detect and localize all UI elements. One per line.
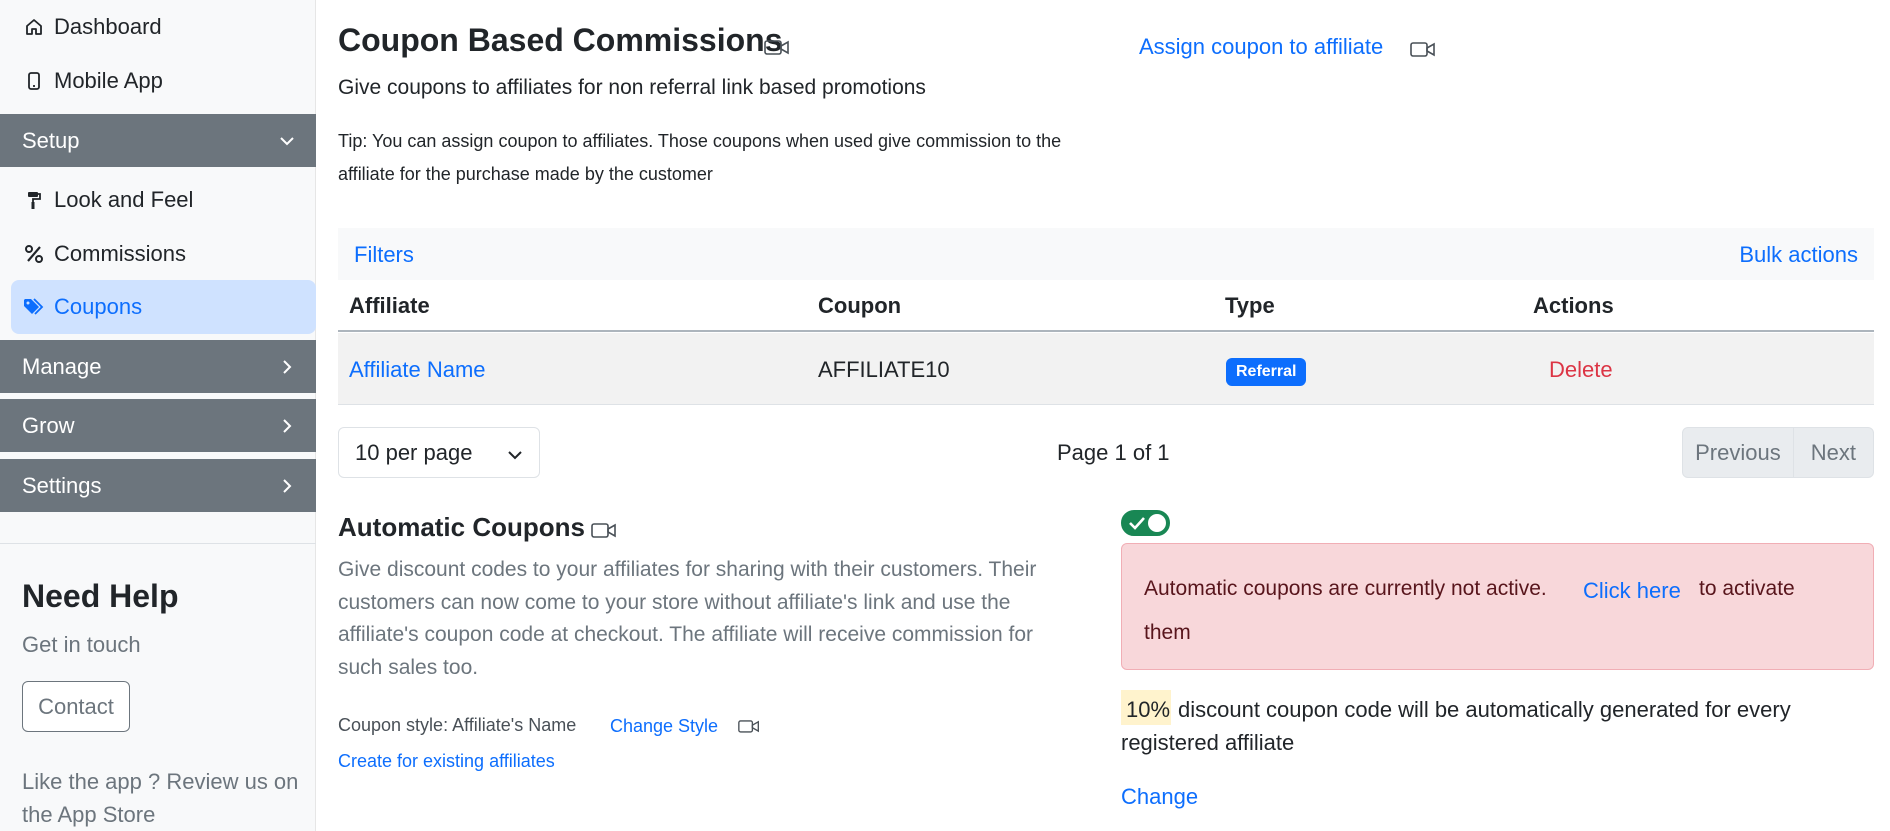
section-label: Manage: [22, 353, 102, 379]
sidebar-item-look-and-feel[interactable]: Look and Feel: [0, 175, 316, 225]
filters-link[interactable]: Filters: [354, 242, 414, 268]
table-row: Affiliate Name AFFILIATE10 Referral Dele…: [338, 333, 1874, 405]
sidebar-item-commissions[interactable]: Commissions: [0, 229, 316, 279]
home-icon: [22, 15, 46, 39]
section-label: Settings: [22, 472, 102, 498]
per-page-select[interactable]: 10 per page: [338, 427, 540, 478]
column-header-type: Type: [1225, 293, 1275, 318]
click-here-link[interactable]: Click here: [1583, 578, 1681, 604]
discount-value: 10%: [1126, 697, 1171, 722]
filters-bar: Filters Bulk actions: [338, 228, 1874, 280]
type-badge: Referral: [1226, 358, 1307, 386]
page-title: Coupon Based Commissions: [338, 22, 783, 58]
auto-desc-line2: customers can now come to your store wit…: [338, 591, 1011, 614]
per-page-value: 10 per page: [355, 439, 473, 465]
chevron-right-icon: [280, 418, 294, 433]
sidebar: Dashboard Mobile App Setup Look and Feel…: [0, 0, 316, 831]
sidebar-section-setup[interactable]: Setup: [0, 114, 316, 167]
toggle-knob: [1148, 514, 1166, 532]
discount-text: discount coupon code will be automatical…: [1178, 697, 1791, 722]
contact-button[interactable]: Contact: [22, 681, 130, 732]
sidebar-item-label: Commissions: [54, 241, 187, 266]
sidebar-section-manage[interactable]: Manage: [0, 340, 316, 393]
change-discount-link[interactable]: Change: [1121, 784, 1198, 810]
create-existing-link[interactable]: Create for existing affiliates: [338, 751, 555, 772]
column-header-coupon: Coupon: [818, 293, 902, 318]
sidebar-item-label: Look and Feel: [54, 187, 194, 212]
auto-desc-line1: Give discount codes to your affiliates f…: [338, 558, 1037, 581]
affiliate-name-link[interactable]: Affiliate Name: [349, 357, 486, 383]
help-title: Need Help: [22, 578, 179, 614]
change-style-link[interactable]: Change Style: [610, 716, 718, 737]
help-subtitle: Get in touch: [22, 632, 141, 657]
pagination: Previous Next: [1682, 427, 1874, 478]
page-info: Page 1 of 1: [1057, 440, 1170, 465]
alert-text: Automatic coupons are currently not acti…: [1144, 577, 1547, 600]
percent-icon: [22, 242, 46, 266]
review-text: Like the app ? Review us on the App Stor…: [22, 769, 299, 827]
coupon-style-label: Coupon style: Affiliate's Name: [338, 715, 577, 735]
sidebar-item-coupons[interactable]: Coupons: [11, 280, 316, 334]
chevron-right-icon: [280, 478, 294, 493]
chevron-right-icon: [280, 359, 294, 374]
tags-icon: [22, 295, 46, 319]
auto-coupons-title: Automatic Coupons: [338, 512, 585, 542]
next-button[interactable]: Next: [1794, 428, 1873, 477]
auto-desc-line3: affiliate's coupon code at checkout. The…: [338, 623, 1034, 646]
chevron-down-icon: [280, 134, 294, 148]
check-icon: [1129, 517, 1145, 530]
sidebar-item-label: Coupons: [54, 294, 143, 319]
alert-suffix-line2: them: [1144, 621, 1191, 644]
assign-coupon-link[interactable]: Assign coupon to affiliate: [1139, 34, 1383, 60]
video-icon[interactable]: [591, 521, 617, 539]
sidebar-item-dashboard[interactable]: Dashboard: [0, 2, 316, 52]
sidebar-divider: [0, 543, 316, 544]
page-subtitle: Give coupons to affiliates for non refer…: [338, 76, 926, 99]
column-header-affiliate: Affiliate: [349, 293, 430, 318]
phone-icon: [22, 69, 46, 93]
auto-coupons-toggle[interactable]: [1121, 510, 1170, 536]
coupon-code: AFFILIATE10: [818, 357, 950, 382]
tip-text-line2: affiliate for the purchase made by the c…: [338, 164, 713, 184]
sidebar-section-grow[interactable]: Grow: [0, 399, 316, 452]
sidebar-section-settings[interactable]: Settings: [0, 459, 316, 512]
bulk-actions-link[interactable]: Bulk actions: [1739, 242, 1858, 268]
tip-text-line1: Tip: You can assign coupon to affiliates…: [338, 131, 1062, 151]
sidebar-item-label: Mobile App: [54, 68, 163, 93]
video-icon[interactable]: [764, 38, 790, 56]
column-header-actions: Actions: [1533, 293, 1614, 318]
inactive-alert: Automatic coupons are currently not acti…: [1121, 543, 1874, 670]
section-label: Grow: [22, 412, 75, 438]
paint-roller-icon: [22, 188, 46, 212]
auto-desc-line4: such sales too.: [338, 656, 479, 679]
table-header: Affiliate Coupon Type Actions: [338, 280, 1874, 332]
previous-button[interactable]: Previous: [1683, 428, 1794, 477]
video-icon[interactable]: [1410, 40, 1436, 58]
section-label: Setup: [22, 127, 80, 153]
sidebar-item-label: Dashboard: [54, 14, 162, 39]
discount-text-line2: registered affiliate: [1121, 730, 1295, 755]
video-icon[interactable]: [738, 718, 760, 734]
delete-button[interactable]: Delete: [1549, 357, 1613, 383]
chevron-down-icon: [507, 440, 523, 466]
alert-suffix: to activate: [1699, 577, 1795, 600]
sidebar-item-mobile-app[interactable]: Mobile App: [0, 56, 316, 106]
